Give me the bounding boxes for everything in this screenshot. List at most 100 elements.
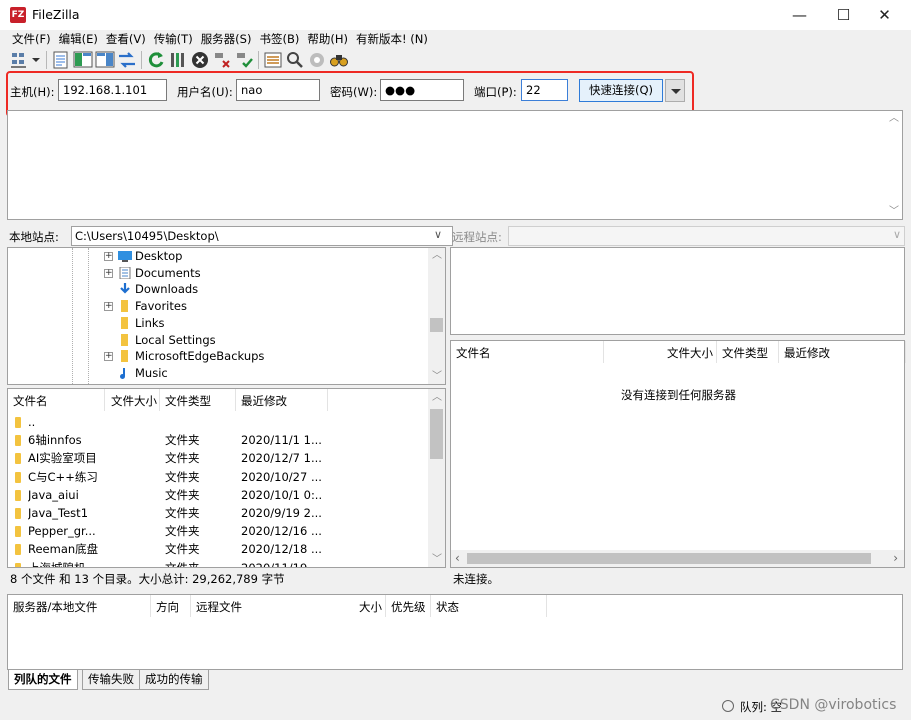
column-filename[interactable]: 文件名 <box>8 389 105 411</box>
expand-icon[interactable]: + <box>104 302 113 312</box>
queue-column-status[interactable]: 状态 <box>431 595 547 617</box>
tab-failed-transfers[interactable]: 传输失败 <box>82 670 140 690</box>
table-row[interactable]: AI实验室项目 文件夹 2020/12/7 1... <box>8 449 428 467</box>
watermark: CSDN @virobotics <box>770 697 897 713</box>
expand-icon[interactable]: + <box>104 252 113 261</box>
scroll-right-icon[interactable]: › <box>893 551 898 565</box>
remote-directory-tree[interactable] <box>450 247 905 335</box>
reconnect-icon[interactable] <box>234 50 254 70</box>
scroll-thumb[interactable] <box>467 553 871 564</box>
queue-column-size[interactable]: 大小 <box>346 595 386 617</box>
sync-browse-icon[interactable] <box>307 50 327 70</box>
local-path-combobox[interactable]: C:\Users\10495\Desktop\ <box>71 226 453 246</box>
table-row[interactable]: Reeman底盘 文件夹 2020/12/18 ... <box>8 540 428 558</box>
column-modified[interactable]: 最近修改 <box>779 341 906 363</box>
tab-queued-files[interactable]: 列队的文件 <box>8 670 78 690</box>
scroll-up-icon[interactable]: ︿ <box>889 114 899 124</box>
cell-name: AI实验室项目 <box>28 451 97 466</box>
cell-modified: 2020/12/16 ... <box>241 524 322 539</box>
scroll-down-icon[interactable]: ﹀ <box>432 555 442 565</box>
scroll-thumb[interactable] <box>430 318 443 332</box>
column-filesize[interactable]: 文件大小 <box>604 341 717 363</box>
menu-bookmarks[interactable]: 书签(B) <box>255 30 303 48</box>
menu-file[interactable]: 文件(F) <box>8 30 55 48</box>
chevron-down-icon: ∨ <box>892 228 901 241</box>
local-file-list[interactable]: 文件名 文件大小 文件类型 最近修改 .. 6轴innfos 文件夹 2020/11/… <box>7 388 446 568</box>
menu-server[interactable]: 服务器(S) <box>197 30 256 48</box>
column-filetype[interactable]: 文件类型 <box>160 389 236 411</box>
toggle-remote-tree-icon[interactable] <box>95 50 115 70</box>
desktop-icon <box>118 250 132 262</box>
cancel-icon[interactable] <box>190 50 210 70</box>
remote-file-list[interactable]: 文件名 文件大小 文件类型 最近修改 没有连接到任何服务器 ‹ › <box>450 340 906 568</box>
menu-edit[interactable]: 编辑(E) <box>55 30 102 48</box>
message-log-scrollbar[interactable]: ︿ ﹀ <box>885 111 902 219</box>
transfer-queue[interactable]: 服务器/本地文件 方向 远程文件 大小 优先级 状态 <box>7 594 903 670</box>
queue-column-priority[interactable]: 优先级 <box>386 595 431 617</box>
cell-name: .. <box>28 415 36 429</box>
table-row[interactable]: 6轴innfos 文件夹 2020/11/1 1... <box>8 431 428 449</box>
cell-type: 文件夹 <box>165 469 200 484</box>
cell-modified: 2020/11/19 ... <box>241 560 322 568</box>
table-row[interactable]: 上海城隍机 文件夹 2020/11/19 ... <box>8 559 428 568</box>
cell-modified: 2020/12/18 ... <box>241 542 322 557</box>
chevron-down-icon[interactable]: ∨ <box>434 228 442 241</box>
title-bar: FZ FileZilla — ☐ ✕ <box>0 0 911 30</box>
column-filename[interactable]: 文件名 <box>451 341 604 363</box>
process-queue-icon[interactable] <box>168 50 188 70</box>
menu-transfer[interactable]: 传输(T) <box>150 30 197 48</box>
compare-icon[interactable] <box>285 50 305 70</box>
folder-icon <box>15 526 21 538</box>
toggle-log-icon[interactable] <box>51 50 71 70</box>
disconnect-icon[interactable] <box>212 50 232 70</box>
tab-successful-transfers[interactable]: 成功的传输 <box>139 670 209 690</box>
folder-icon <box>118 300 132 313</box>
site-manager-icon[interactable] <box>10 50 30 70</box>
message-log[interactable]: ︿ ﹀ <box>7 110 903 220</box>
toggle-queue-icon[interactable] <box>117 50 137 70</box>
menu-help[interactable]: 帮助(H) <box>303 30 352 48</box>
search-binoculars-icon[interactable] <box>329 50 349 70</box>
queue-status-icon <box>722 700 734 712</box>
minimize-button[interactable]: — <box>777 0 822 30</box>
table-row[interactable]: Java_Test1 文件夹 2020/9/19 2... <box>8 504 428 522</box>
toggle-local-tree-icon[interactable] <box>73 50 93 70</box>
scroll-thumb[interactable] <box>430 409 443 459</box>
maximize-button[interactable]: ☐ <box>821 0 866 30</box>
scroll-left-icon[interactable]: ‹ <box>455 551 460 565</box>
expand-icon[interactable]: + <box>104 352 113 362</box>
remote-list-hscrollbar[interactable]: ‹ › <box>451 550 904 567</box>
scroll-up-icon[interactable]: ︿ <box>432 251 442 261</box>
scroll-up-icon[interactable]: ︿ <box>432 393 442 403</box>
scroll-down-icon[interactable]: ﹀ <box>889 207 899 217</box>
tree-item-label: Local Settings <box>135 332 216 347</box>
close-button[interactable]: ✕ <box>862 0 907 30</box>
expand-icon[interactable]: + <box>104 268 113 278</box>
column-filesize[interactable]: 文件大小 <box>105 389 160 411</box>
tree-item-label: Documents <box>135 265 201 280</box>
filter-icon[interactable] <box>263 50 283 70</box>
local-tree-scrollbar[interactable]: ︿ ﹀ <box>428 248 445 384</box>
queue-column-local-file[interactable]: 服务器/本地文件 <box>8 595 151 617</box>
column-modified[interactable]: 最近修改 <box>236 389 328 411</box>
remote-path-combobox <box>508 226 905 246</box>
dropdown-arrow-icon[interactable] <box>30 50 42 70</box>
refresh-icon[interactable] <box>146 50 166 70</box>
toolbar <box>8 49 408 73</box>
local-list-scrollbar[interactable]: ︿ ﹀ <box>428 389 445 567</box>
table-row[interactable]: Pepper_gr... 文件夹 2020/12/16 ... <box>8 522 428 540</box>
cell-name: 上海城隍机 <box>28 560 86 568</box>
window-title: FileZilla <box>32 7 80 22</box>
table-row[interactable]: Java_aiui 文件夹 2020/10/1 0:... <box>8 486 428 504</box>
tree-item-label: Downloads <box>135 282 199 297</box>
scroll-down-icon[interactable]: ﹀ <box>432 372 442 382</box>
column-filetype[interactable]: 文件类型 <box>717 341 779 363</box>
local-status-text: 8 个文件 和 13 个目录。大小总计: 29,262,789 字节 <box>10 572 285 586</box>
queue-column-direction[interactable]: 方向 <box>151 595 191 617</box>
table-row[interactable]: C与C++练习 文件夹 2020/10/27 ... <box>8 468 428 486</box>
folder-icon <box>118 333 132 346</box>
local-directory-tree[interactable]: + Desktop + Documents Downloads + Favorites Lin… <box>7 247 446 385</box>
table-row[interactable]: .. <box>8 413 428 431</box>
menu-new-version[interactable]: 有新版本! (N) <box>352 30 432 48</box>
menu-view[interactable]: 查看(V) <box>102 30 150 48</box>
